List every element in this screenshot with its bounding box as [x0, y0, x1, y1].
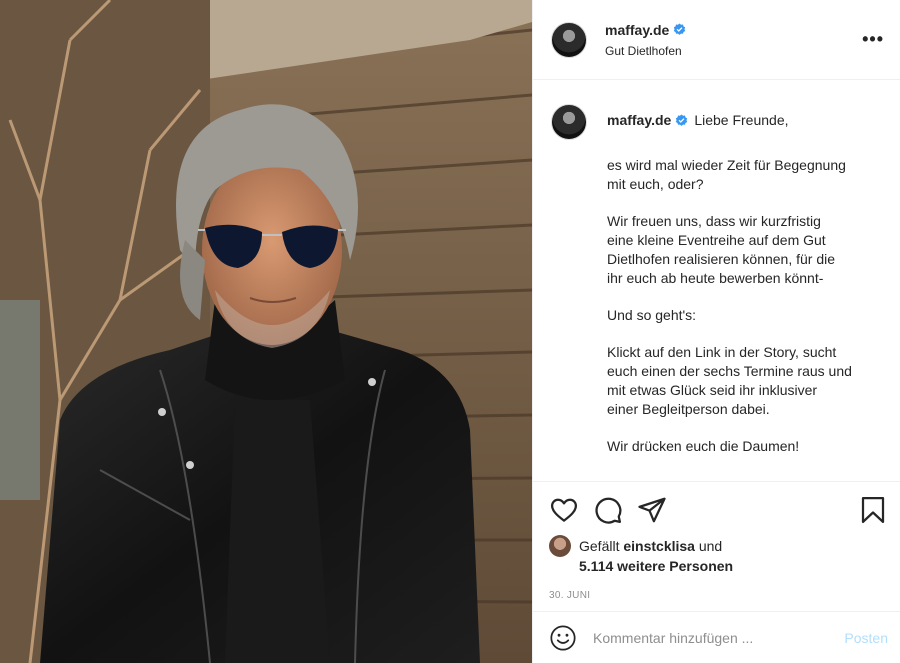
action-bar [549, 494, 888, 526]
likes-count-link[interactable]: 5.114 weitere Personen [579, 558, 733, 574]
caption-username-text[interactable]: maffay.de [607, 111, 671, 130]
comment-box: Posten [533, 611, 900, 663]
post-header: maffay.de Gut Dietlhofen ••• [533, 0, 900, 80]
bookmark-icon[interactable] [858, 495, 888, 525]
likes-summary: Gefällt einstcklisa und 5.114 weitere Pe… [549, 535, 888, 576]
caption-greeting: Liebe Freunde, [694, 111, 789, 128]
instagram-post: maffay.de Gut Dietlhofen ••• maffay.de L… [0, 0, 900, 663]
post-photo[interactable] [0, 0, 532, 663]
heart-icon[interactable] [549, 495, 579, 525]
caption-body: maffay.de Liebe Freunde, es wird mal wie… [607, 102, 852, 481]
verified-badge-icon [674, 23, 686, 35]
likes-prefix: Gefällt [579, 538, 620, 554]
caption-paragraph: Wir drücken euch die Daumen! [607, 438, 800, 454]
caption-username[interactable]: maffay.de [607, 111, 688, 130]
author-username[interactable]: maffay.de [605, 22, 686, 38]
likes-connector: und [698, 538, 723, 554]
more-horizontal-icon[interactable]: ••• [862, 29, 884, 50]
caption-paragraph: Wir freuen uns, dass wir kurzfristig ein… [607, 213, 836, 286]
emoji-smile-icon[interactable] [549, 624, 577, 652]
post-caption: maffay.de Liebe Freunde, es wird mal wie… [533, 80, 900, 481]
verified-badge-icon [676, 113, 688, 126]
likes-text: Gefällt einstcklisa und 5.114 weitere Pe… [579, 536, 733, 576]
post-comment-button[interactable]: Posten [844, 630, 888, 646]
author-info: maffay.de Gut Dietlhofen [605, 22, 862, 58]
caption-paragraph: es wird mal wieder Zeit für Begegnung mi… [607, 157, 846, 192]
caption-paragraph: Und so geht's: [607, 307, 697, 323]
caption-paragraph: Klickt auf den Link in der Story, sucht … [607, 344, 852, 417]
comment-input[interactable] [593, 629, 845, 646]
caption-first-line: maffay.de Liebe Freunde, [607, 102, 852, 138]
liker-avatar[interactable] [549, 535, 571, 557]
post-photo-illustration [0, 0, 532, 663]
avatar[interactable] [551, 21, 587, 58]
author-username-text[interactable]: maffay.de [605, 22, 669, 38]
post-side-panel: maffay.de Gut Dietlhofen ••• maffay.de L… [532, 0, 900, 663]
post-actions-section: Gefällt einstcklisa und 5.114 weitere Pe… [533, 481, 900, 611]
post-location[interactable]: Gut Dietlhofen [605, 44, 862, 58]
caption-avatar[interactable] [551, 104, 587, 140]
post-date[interactable]: 30. JUNI [549, 590, 888, 601]
share-icon[interactable] [637, 495, 667, 525]
comment-icon[interactable] [593, 495, 623, 525]
liker-username[interactable]: einstcklisa [623, 538, 695, 554]
